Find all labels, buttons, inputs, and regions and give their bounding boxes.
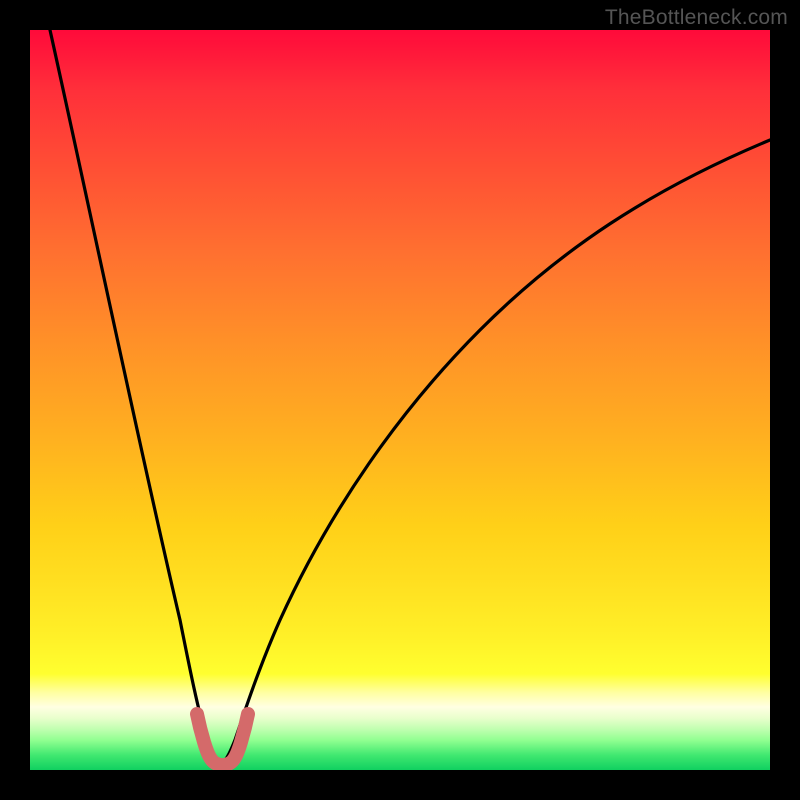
chart-plot-area bbox=[30, 30, 770, 770]
watermark-text: TheBottleneck.com bbox=[605, 6, 788, 30]
trough-marker bbox=[197, 714, 248, 765]
bottleneck-curve-path bbox=[50, 30, 770, 762]
bottleneck-curve-svg bbox=[30, 30, 770, 770]
